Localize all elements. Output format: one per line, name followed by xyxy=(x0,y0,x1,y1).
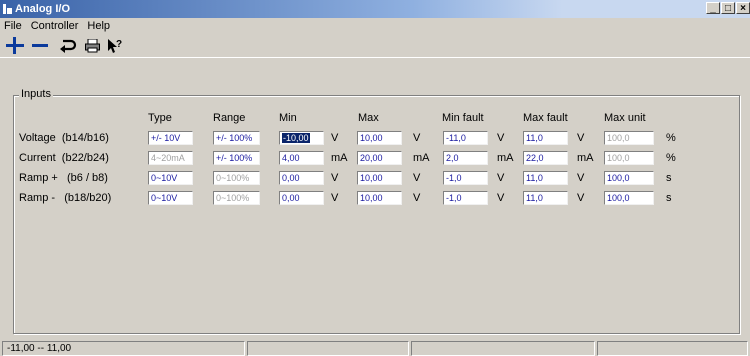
maximize-button[interactable]: □ xyxy=(721,2,735,14)
row-label: Voltage (b14/b16) xyxy=(19,132,109,144)
toolbar: ? xyxy=(0,35,750,58)
max-unit-field[interactable]: 100,0 xyxy=(604,151,654,165)
help-pointer-icon[interactable]: ? xyxy=(106,36,124,56)
unit-label: mA xyxy=(331,152,348,164)
status-panel-2 xyxy=(247,341,409,356)
type-field[interactable]: 0~10V xyxy=(148,191,193,205)
unit-label: V xyxy=(331,192,339,204)
type-field[interactable]: 0~10V xyxy=(148,171,193,185)
max-field[interactable]: 10,00 xyxy=(357,191,402,205)
max-field[interactable]: 20,00 xyxy=(357,151,402,165)
status-range: -11,00 -- 11,00 xyxy=(2,341,245,356)
status-bar: -11,00 -- 11,00 xyxy=(0,339,750,356)
max-unit-field[interactable]: 100,0 xyxy=(604,131,654,145)
header-type: Type xyxy=(148,112,172,124)
menu-bar: File Controller Help xyxy=(0,18,750,34)
unit-label: V xyxy=(331,132,339,144)
min-field[interactable]: 0,00 xyxy=(279,191,324,205)
min-field[interactable]: -10,00 xyxy=(279,131,324,145)
menu-controller[interactable]: Controller xyxy=(27,20,84,32)
menu-help[interactable]: Help xyxy=(83,20,115,32)
unit-label: V xyxy=(497,132,505,144)
status-panel-4 xyxy=(597,341,748,356)
max-fault-field[interactable]: 11,0 xyxy=(523,171,568,185)
min-fault-field[interactable]: -1,0 xyxy=(443,171,488,185)
title-bar: Analog I/O _ □ × xyxy=(0,0,750,18)
unit-label: mA xyxy=(497,152,514,164)
header-max-unit: Max unit xyxy=(604,112,646,124)
unit-label: V xyxy=(577,192,585,204)
inputs-group-title: Inputs xyxy=(19,88,53,100)
unit-label: mA xyxy=(577,152,594,164)
app-icon xyxy=(3,4,12,14)
min-fault-field[interactable]: -1,0 xyxy=(443,191,488,205)
status-panel-3 xyxy=(411,341,595,356)
minimize-button[interactable]: _ xyxy=(706,2,720,14)
unit-label: V xyxy=(413,132,421,144)
header-min-fault: Min fault xyxy=(442,112,484,124)
close-button[interactable]: × xyxy=(736,2,750,14)
max-field[interactable]: 10,00 xyxy=(357,131,402,145)
unit-label: V xyxy=(577,172,585,184)
unit-label: mA xyxy=(413,152,430,164)
undo-icon[interactable] xyxy=(58,36,78,56)
min-fault-field[interactable]: 2,0 xyxy=(443,151,488,165)
max-unit-field[interactable]: 100,0 xyxy=(604,171,654,185)
max-fault-field[interactable]: 11,0 xyxy=(523,131,568,145)
svg-text:?: ? xyxy=(116,39,122,50)
header-min: Min xyxy=(279,112,297,124)
selected-text: -10,00 xyxy=(282,133,310,143)
row-label: Ramp + (b6 / b8) xyxy=(19,172,108,184)
unit-label: V xyxy=(413,192,421,204)
plus-icon[interactable] xyxy=(6,36,24,56)
unit-label: V xyxy=(577,132,585,144)
minus-icon[interactable] xyxy=(32,36,50,56)
header-max: Max xyxy=(358,112,379,124)
max-fault-field[interactable]: 11,0 xyxy=(523,191,568,205)
unit-label: V xyxy=(497,192,505,204)
unit-label: % xyxy=(666,152,676,164)
header-max-fault: Max fault xyxy=(523,112,568,124)
max-fault-field[interactable]: 22,0 xyxy=(523,151,568,165)
max-unit-field[interactable]: 100,0 xyxy=(604,191,654,205)
unit-label: s xyxy=(666,172,672,184)
unit-label: V xyxy=(331,172,339,184)
menu-file[interactable]: File xyxy=(0,20,27,32)
header-range: Range xyxy=(213,112,246,124)
unit-label: V xyxy=(413,172,421,184)
range-field[interactable]: +/- 100% xyxy=(213,151,260,165)
min-fault-field[interactable]: -11,0 xyxy=(443,131,488,145)
window-title: Analog I/O xyxy=(15,3,70,15)
type-field[interactable]: +/- 10V xyxy=(148,131,193,145)
max-field[interactable]: 10,00 xyxy=(357,171,402,185)
type-field[interactable]: 4~20mA xyxy=(148,151,193,165)
range-field[interactable]: +/- 100% xyxy=(213,131,260,145)
range-field[interactable]: 0~100% xyxy=(213,191,260,205)
print-icon[interactable] xyxy=(84,36,100,56)
range-field[interactable]: 0~100% xyxy=(213,171,260,185)
unit-label: % xyxy=(666,132,676,144)
row-label: Current (b22/b24) xyxy=(19,152,109,164)
unit-label: s xyxy=(666,192,672,204)
unit-label: V xyxy=(497,172,505,184)
row-label: Ramp - (b18/b20) xyxy=(19,192,112,204)
min-field[interactable]: 0,00 xyxy=(279,171,324,185)
min-field[interactable]: 4,00 xyxy=(279,151,324,165)
